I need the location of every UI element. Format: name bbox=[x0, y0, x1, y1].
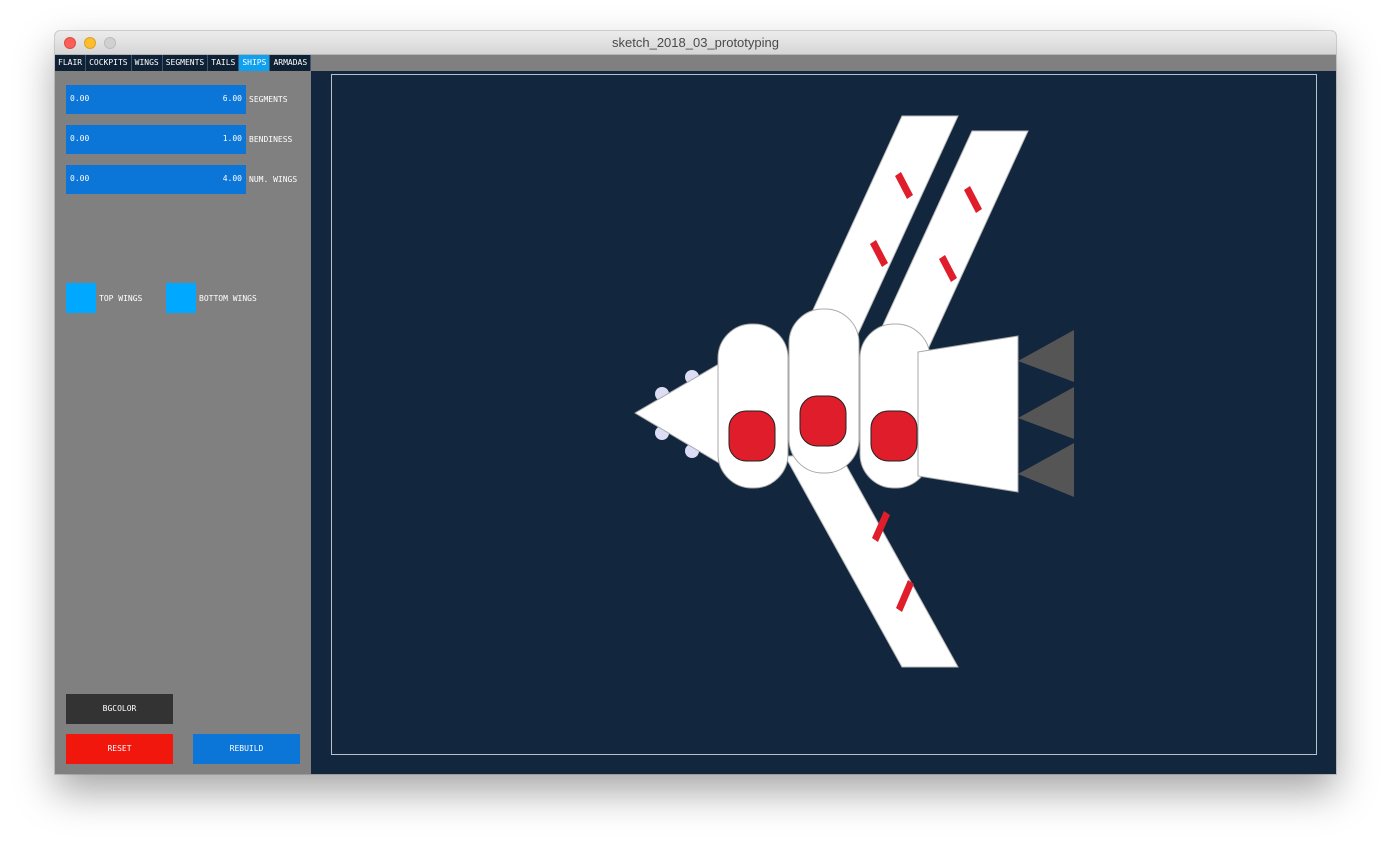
bottom-wings-toggle[interactable] bbox=[166, 283, 196, 313]
tab-bar: FLAIR COCKPITS WINGS SEGMENTS TAILS SHIP… bbox=[55, 55, 312, 71]
reset-button[interactable]: RESET bbox=[66, 734, 173, 764]
top-wings-toggle[interactable] bbox=[66, 283, 96, 313]
slider-max-value: 4.00 bbox=[222, 174, 242, 183]
bendiness-label: BENDINESS bbox=[249, 135, 293, 144]
window-title: sketch_2018_03_prototyping bbox=[612, 35, 779, 50]
bottom-wing bbox=[784, 455, 959, 668]
tab-segments[interactable]: SEGMENTS bbox=[162, 55, 209, 71]
slider-min-value: 0.00 bbox=[70, 94, 90, 103]
slider-max-value: 6.00 bbox=[222, 94, 242, 103]
title-bar: sketch_2018_03_prototyping bbox=[55, 31, 1336, 55]
bgcolor-button[interactable]: BGCOLOR bbox=[66, 694, 173, 724]
num-wings-label: NUM. WINGS bbox=[249, 175, 298, 184]
app-window: sketch_2018_03_prototyping FLAIR COCKPIT… bbox=[55, 31, 1336, 774]
body-segment-2 bbox=[788, 308, 860, 474]
slider-min-value: 0.00 bbox=[70, 134, 90, 143]
tab-wings[interactable]: WINGS bbox=[131, 55, 163, 71]
control-panel: 0.00 6.00 SEGMENTS 0.00 1.00 BENDINESS 0… bbox=[55, 71, 311, 774]
num-wings-slider[interactable]: 0.00 4.00 bbox=[66, 165, 246, 194]
segments-label: SEGMENTS bbox=[249, 95, 288, 104]
bendiness-slider[interactable]: 0.00 1.00 bbox=[66, 125, 246, 154]
nose-cone bbox=[634, 360, 725, 467]
tail-fins bbox=[1018, 330, 1074, 497]
tab-armadas[interactable]: ARMADAS bbox=[270, 55, 312, 71]
tab-tails[interactable]: TAILS bbox=[208, 55, 240, 71]
tab-ships[interactable]: SHIPS bbox=[239, 55, 271, 71]
slider-max-value: 1.00 bbox=[222, 134, 242, 143]
top-wings-label: TOP WINGS bbox=[99, 294, 143, 303]
sketch-canvas[interactable] bbox=[311, 71, 1336, 774]
body-segment-1 bbox=[717, 323, 789, 489]
segments-slider[interactable]: 0.00 6.00 bbox=[66, 85, 246, 114]
tail-block bbox=[917, 335, 1019, 493]
tab-cockpits[interactable]: COCKPITS bbox=[86, 55, 132, 71]
spaceship-drawing bbox=[634, 115, 1074, 668]
rebuild-button[interactable]: REBUILD bbox=[193, 734, 300, 764]
bottom-wings-label: BOTTOM WINGS bbox=[199, 294, 257, 303]
tab-flair[interactable]: FLAIR bbox=[55, 55, 87, 71]
slider-min-value: 0.00 bbox=[70, 174, 90, 183]
